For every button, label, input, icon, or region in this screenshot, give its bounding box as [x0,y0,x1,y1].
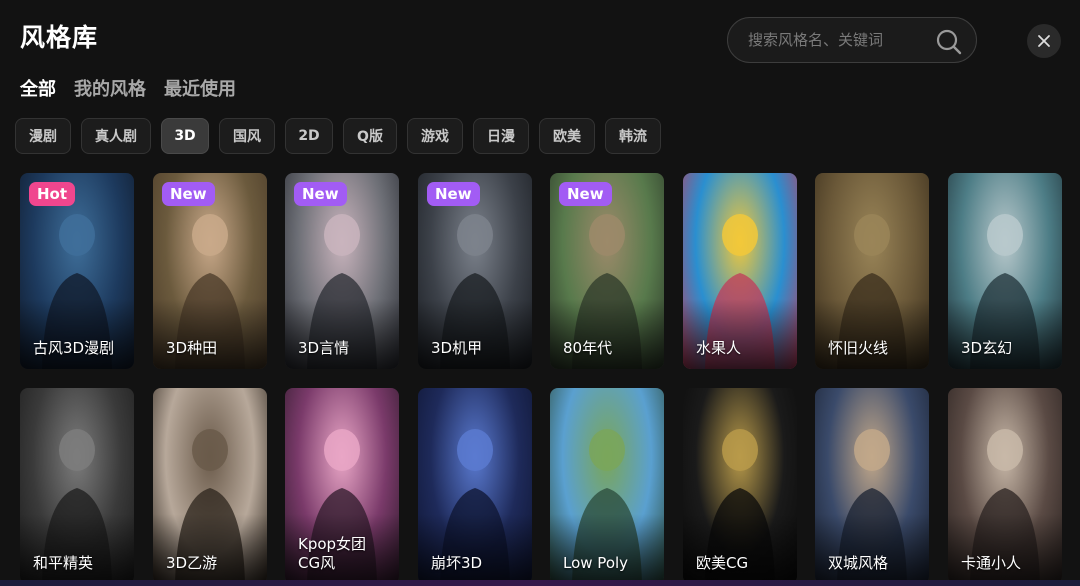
style-card-label: 3D言情 [298,339,350,357]
filter-chip[interactable]: 韩流 [605,118,661,154]
style-card[interactable]: 崩坏3D [418,388,532,584]
style-card[interactable]: New 3D言情 [285,173,399,369]
filter-chip[interactable]: 欧美 [539,118,595,154]
style-card-label: 双城风格 [828,554,889,572]
new-badge: New [294,182,347,206]
style-card[interactable]: 怀旧火线 [815,173,929,369]
style-card-label: 3D机甲 [431,339,483,357]
style-card[interactable]: 欧美CG [683,388,797,584]
style-card-label: 古风3D漫剧 [33,339,115,357]
search-input[interactable] [746,30,920,50]
style-card[interactable]: Hot 古风3D漫剧 [20,173,134,369]
page-title: 风格库 [20,23,99,52]
style-card[interactable]: 和平精英 [20,388,134,584]
style-card-label: 3D玄幻 [961,339,1013,357]
style-card-label: Kpop女团 CG风 [298,535,367,572]
tab-my-styles[interactable]: 我的风格 [74,75,146,101]
style-card-label: 80年代 [563,339,613,357]
filter-chip[interactable]: 3D [161,118,209,154]
style-card-label: 卡通小人 [961,554,1022,572]
search-box[interactable] [727,17,977,63]
style-card[interactable]: 双城风格 [815,388,929,584]
style-card[interactable]: Kpop女团 CG风 [285,388,399,584]
filter-chip[interactable]: 日漫 [473,118,529,154]
filter-chips: 漫剧 真人剧 3D 国风 2D Q版 游戏 日漫 欧美 韩流 [15,118,671,154]
style-card[interactable]: New 3D种田 [153,173,267,369]
filter-chip[interactable]: 国风 [219,118,275,154]
filter-chip[interactable]: 2D [285,118,333,154]
style-card-label: 怀旧火线 [828,339,889,357]
hot-badge: Hot [29,182,76,206]
style-card[interactable]: 3D乙游 [153,388,267,584]
filter-chip[interactable]: 漫剧 [15,118,71,154]
search-icon[interactable] [936,29,962,55]
style-card-label: 欧美CG [696,554,749,572]
style-card[interactable]: 卡通小人 [948,388,1062,584]
close-icon [1038,35,1050,47]
close-button[interactable] [1027,24,1061,58]
filter-chip[interactable]: 真人剧 [81,118,151,154]
style-card[interactable]: New 80年代 [550,173,664,369]
style-card[interactable]: 水果人 [683,173,797,369]
category-tabs: 全部 我的风格 最近使用 [20,75,236,101]
new-badge: New [162,182,215,206]
style-card-label: 3D乙游 [166,554,218,572]
tab-all[interactable]: 全部 [20,75,56,101]
new-badge: New [559,182,612,206]
style-card[interactable]: Low Poly [550,388,664,584]
filter-chip[interactable]: 游戏 [407,118,463,154]
tab-recent[interactable]: 最近使用 [164,75,236,101]
style-card-label: 崩坏3D [431,554,483,572]
new-badge: New [427,182,480,206]
style-card-label: Low Poly [563,554,629,572]
style-card-label: 和平精英 [33,554,94,572]
filter-chip[interactable]: Q版 [343,118,397,154]
style-card-label: 3D种田 [166,339,218,357]
style-card-label: 水果人 [696,339,742,357]
style-card[interactable]: New 3D机甲 [418,173,532,369]
bottom-accent [0,580,1080,586]
style-card[interactable]: 3D玄幻 [948,173,1062,369]
